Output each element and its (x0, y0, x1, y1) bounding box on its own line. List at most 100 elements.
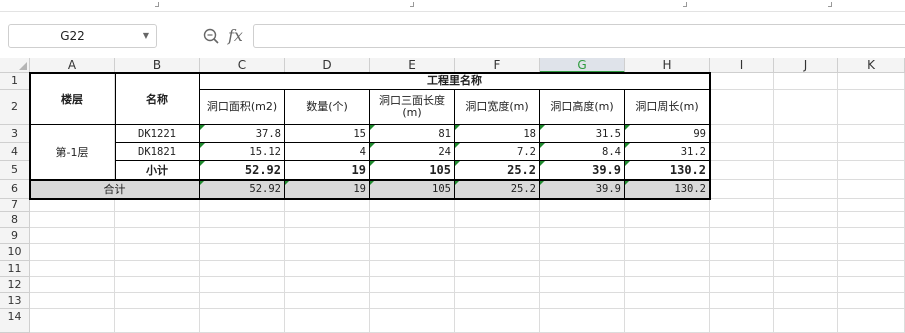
empty-cell[interactable] (540, 293, 625, 309)
empty-cell[interactable] (540, 244, 625, 261)
row-header-12[interactable]: 12 (0, 277, 30, 293)
empty-cell[interactable] (285, 212, 370, 228)
empty-cell[interactable] (30, 293, 115, 309)
empty-cell[interactable] (774, 199, 838, 212)
empty-cell[interactable] (838, 90, 905, 125)
empty-cell[interactable] (774, 309, 838, 333)
row-header-8[interactable]: 8 (0, 212, 30, 228)
empty-cell[interactable] (285, 244, 370, 261)
empty-cell[interactable] (774, 293, 838, 309)
empty-cell[interactable] (710, 73, 774, 90)
empty-cell[interactable] (115, 277, 200, 293)
empty-cell[interactable] (285, 199, 370, 212)
name-box[interactable]: G22 ▼ (8, 24, 157, 48)
empty-cell[interactable] (370, 228, 455, 244)
row-header-1[interactable]: 1 (0, 73, 30, 90)
empty-cell[interactable] (540, 277, 625, 293)
cell-f6[interactable]: 25.2 (455, 180, 540, 199)
empty-cell[interactable] (30, 244, 115, 261)
cell-d6[interactable]: 19 (285, 180, 370, 199)
empty-cell[interactable] (710, 277, 774, 293)
cell-b5[interactable]: 小计 (115, 161, 200, 180)
cell-f4[interactable]: 7.2 (455, 143, 540, 161)
empty-cell[interactable] (370, 261, 455, 277)
empty-cell[interactable] (838, 212, 905, 228)
empty-cell[interactable] (710, 293, 774, 309)
row-header-13[interactable]: 13 (0, 293, 30, 309)
row-header-7[interactable]: 7 (0, 199, 30, 212)
empty-cell[interactable] (710, 143, 774, 161)
cell-subheader-c[interactable]: 洞口面积(m2) (200, 90, 285, 125)
cell-c6[interactable]: 52.92 (200, 180, 285, 199)
empty-cell[interactable] (455, 212, 540, 228)
empty-cell[interactable] (838, 309, 905, 333)
empty-cell[interactable] (455, 293, 540, 309)
empty-cell[interactable] (370, 244, 455, 261)
empty-cell[interactable] (455, 261, 540, 277)
empty-cell[interactable] (200, 309, 285, 333)
empty-cell[interactable] (540, 261, 625, 277)
cell-h5[interactable]: 130.2 (625, 161, 710, 180)
column-header-h[interactable]: H (625, 58, 710, 73)
empty-cell[interactable] (625, 244, 710, 261)
row-header-11[interactable]: 11 (0, 261, 30, 277)
empty-cell[interactable] (774, 161, 838, 180)
cell-subheader-h[interactable]: 洞口周长(m) (625, 90, 710, 125)
empty-cell[interactable] (200, 212, 285, 228)
empty-cell[interactable] (774, 73, 838, 90)
name-box-value[interactable]: G22 (9, 25, 136, 47)
empty-cell[interactable] (625, 261, 710, 277)
cell-h6[interactable]: 130.2 (625, 180, 710, 199)
cell-d5[interactable]: 19 (285, 161, 370, 180)
cell-subheader-d[interactable]: 数量(个) (285, 90, 370, 125)
empty-cell[interactable] (710, 125, 774, 143)
column-header-c[interactable]: C (200, 58, 285, 73)
empty-cell[interactable] (370, 199, 455, 212)
empty-cell[interactable] (115, 212, 200, 228)
column-header-e[interactable]: E (370, 58, 455, 73)
empty-cell[interactable] (370, 212, 455, 228)
chevron-down-icon[interactable]: ▼ (140, 25, 152, 47)
row-header-9[interactable]: 9 (0, 228, 30, 244)
row-header-10[interactable]: 10 (0, 244, 30, 261)
empty-cell[interactable] (455, 244, 540, 261)
cell-c4[interactable]: 15.12 (200, 143, 285, 161)
empty-cell[interactable] (200, 277, 285, 293)
empty-cell[interactable] (625, 212, 710, 228)
empty-cell[interactable] (710, 199, 774, 212)
empty-cell[interactable] (774, 212, 838, 228)
empty-cell[interactable] (774, 180, 838, 199)
empty-cell[interactable] (30, 212, 115, 228)
column-header-i[interactable]: I (710, 58, 774, 73)
empty-cell[interactable] (115, 244, 200, 261)
empty-cell[interactable] (838, 261, 905, 277)
column-header-b[interactable]: B (115, 58, 200, 73)
row-header-14[interactable]: 14 (0, 309, 30, 333)
empty-cell[interactable] (710, 161, 774, 180)
empty-cell[interactable] (115, 309, 200, 333)
empty-cell[interactable] (200, 199, 285, 212)
zoom-icon[interactable] (202, 27, 220, 45)
empty-cell[interactable] (30, 261, 115, 277)
empty-cell[interactable] (540, 228, 625, 244)
empty-cell[interactable] (625, 293, 710, 309)
empty-cell[interactable] (200, 261, 285, 277)
empty-cell[interactable] (838, 161, 905, 180)
cell-floor-header[interactable]: 楼层 (30, 73, 115, 125)
cell-d3[interactable]: 15 (285, 125, 370, 143)
empty-cell[interactable] (838, 143, 905, 161)
cell-e4[interactable]: 24 (370, 143, 455, 161)
empty-cell[interactable] (774, 277, 838, 293)
empty-cell[interactable] (30, 228, 115, 244)
empty-cell[interactable] (774, 244, 838, 261)
cell-subheader-g[interactable]: 洞口高度(m) (540, 90, 625, 125)
cell-b4[interactable]: DK1821 (115, 143, 200, 161)
cell-floor-label[interactable]: 第-1层 (30, 125, 115, 180)
empty-cell[interactable] (115, 228, 200, 244)
empty-cell[interactable] (625, 277, 710, 293)
empty-cell[interactable] (625, 228, 710, 244)
column-header-j[interactable]: J (774, 58, 838, 73)
empty-cell[interactable] (774, 90, 838, 125)
empty-cell[interactable] (710, 228, 774, 244)
row-header-2[interactable]: 2 (0, 90, 30, 125)
